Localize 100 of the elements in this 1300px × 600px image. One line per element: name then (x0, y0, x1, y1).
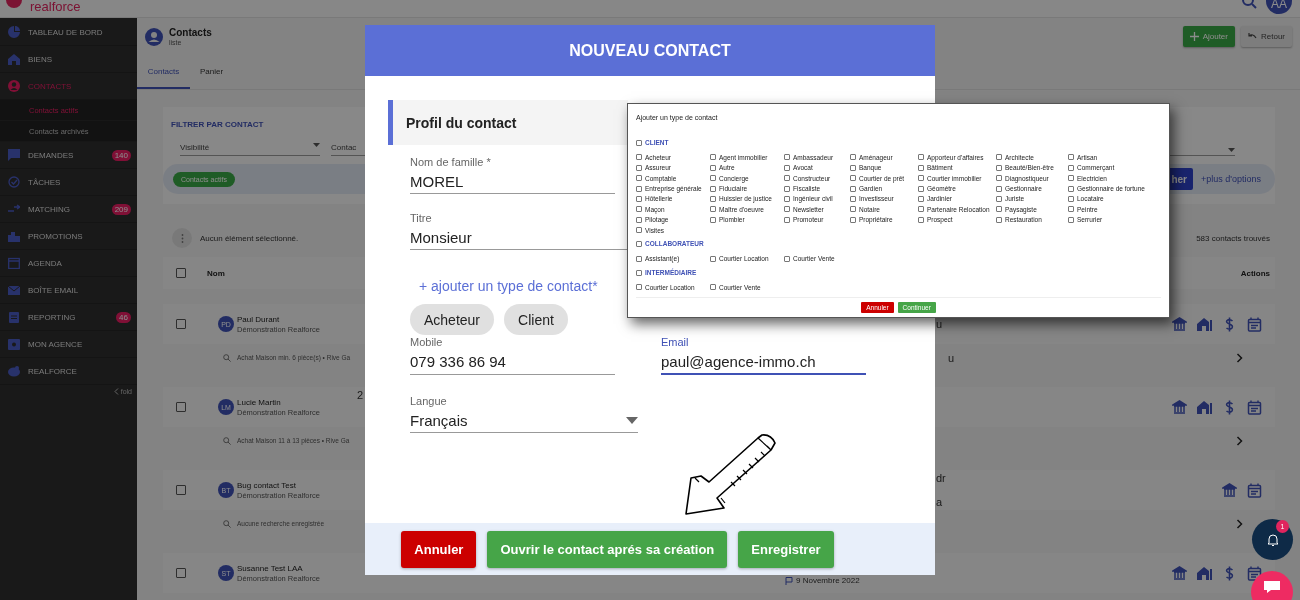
checkbox[interactable] (996, 175, 1002, 182)
type-chip[interactable]: Acheteur (410, 304, 495, 335)
checkbox[interactable] (176, 568, 186, 578)
checkbox[interactable] (850, 164, 856, 171)
checkbox[interactable] (918, 154, 924, 161)
select-field[interactable]: Visibilité (180, 143, 320, 156)
house-icon[interactable] (1197, 399, 1212, 415)
checkbox[interactable] (784, 216, 790, 223)
contact-name[interactable]: Paul Durant (237, 314, 320, 324)
input-field[interactable]: Mobile 079 336 86 94 (410, 336, 615, 375)
checkbox[interactable] (636, 196, 642, 202)
bank-icon[interactable] (1172, 399, 1187, 415)
checkbox[interactable] (710, 255, 716, 262)
checkbox[interactable] (636, 216, 642, 223)
checkbox[interactable] (636, 255, 642, 262)
checkbox[interactable] (784, 196, 790, 202)
checkbox[interactable] (710, 196, 716, 202)
checkbox[interactable] (636, 154, 642, 161)
bank-icon[interactable] (1172, 565, 1187, 581)
checkbox[interactable] (784, 154, 790, 161)
checkbox[interactable] (918, 196, 924, 202)
input-field[interactable]: Email paul@agence-immo.ch (661, 336, 866, 375)
checkbox[interactable] (1068, 185, 1074, 192)
checkbox[interactable] (1068, 175, 1074, 182)
tab[interactable]: Panier (190, 55, 234, 89)
more-options-link[interactable]: +plus d'options (1201, 174, 1261, 184)
checkbox[interactable] (636, 139, 642, 146)
sidebar-item[interactable]: DEMANDES 140 (0, 142, 137, 169)
checkbox[interactable] (784, 255, 790, 262)
action-button[interactable]: Ouvrir le contact aprés sa création (487, 530, 728, 568)
contact-name[interactable]: Susanne Test LAA (237, 563, 320, 573)
checkbox[interactable] (710, 154, 716, 161)
calendar-icon[interactable] (1247, 565, 1262, 581)
checkbox[interactable] (1068, 216, 1074, 223)
checkbox[interactable] (710, 175, 716, 182)
action-button[interactable]: Enregistrer (738, 530, 834, 568)
checkbox[interactable] (636, 164, 642, 171)
checkbox[interactable] (918, 175, 924, 182)
search-icon[interactable] (1242, 0, 1258, 9)
contact-name[interactable]: Lucie Martin (237, 397, 320, 407)
checkbox[interactable] (176, 485, 186, 495)
bank-icon[interactable] (1222, 482, 1237, 498)
checkbox[interactable] (1068, 154, 1074, 161)
checkbox[interactable] (1068, 196, 1074, 202)
checkbox[interactable] (850, 196, 856, 202)
checkbox[interactable] (996, 206, 1002, 213)
checkbox[interactable] (1068, 164, 1074, 171)
checkbox[interactable] (636, 284, 642, 291)
checkbox[interactable] (636, 269, 642, 276)
input-field[interactable]: Nom de famille * MOREL (410, 156, 615, 194)
checkbox[interactable] (996, 216, 1002, 223)
checkbox[interactable] (850, 175, 856, 182)
chevron-right-icon[interactable] (1236, 435, 1243, 446)
back-button[interactable]: Retour (1241, 26, 1292, 47)
chevron-right-icon[interactable] (1236, 518, 1243, 529)
chevron-right-icon[interactable] (1236, 352, 1243, 363)
checkbox[interactable] (784, 185, 790, 192)
checkbox[interactable] (636, 227, 642, 234)
contact-name[interactable]: Bug contact Test (237, 480, 320, 490)
select-field[interactable]: Langue Français (410, 395, 638, 433)
checkbox[interactable] (710, 185, 716, 192)
checkbox[interactable] (850, 206, 856, 213)
checkbox[interactable] (996, 185, 1002, 192)
calendar-icon[interactable] (1247, 316, 1262, 332)
checkbox[interactable] (176, 402, 186, 412)
checkbox[interactable] (918, 206, 924, 213)
bank-icon[interactable] (1172, 316, 1187, 332)
checkbox[interactable] (784, 175, 790, 182)
add-button[interactable]: Ajouter (1182, 26, 1235, 47)
checkbox[interactable] (1068, 206, 1074, 213)
checkbox[interactable] (710, 216, 716, 223)
user-avatar[interactable]: AA (1266, 0, 1292, 14)
checkbox[interactable] (176, 268, 186, 278)
checkbox[interactable] (784, 164, 790, 171)
calendar-icon[interactable] (1247, 399, 1262, 415)
checkbox[interactable] (710, 164, 716, 171)
sidebar-item[interactable]: MATCHING 209 (0, 196, 137, 223)
checkbox[interactable] (636, 175, 642, 182)
house-icon[interactable] (1197, 565, 1212, 581)
checkbox[interactable] (918, 164, 924, 171)
checkbox[interactable] (850, 216, 856, 223)
sidebar-item[interactable]: REPORTING 46 (0, 304, 137, 331)
checkbox[interactable] (996, 154, 1002, 161)
checkbox[interactable] (784, 206, 790, 213)
house-icon[interactable] (1197, 316, 1212, 332)
checkbox[interactable] (710, 284, 716, 291)
checkbox[interactable] (636, 185, 642, 192)
checkbox[interactable] (918, 216, 924, 223)
calendar-icon[interactable] (1247, 482, 1262, 498)
checkbox[interactable] (918, 185, 924, 192)
sidebar-item[interactable]: MON AGENCE (0, 331, 137, 358)
checkbox[interactable] (636, 206, 642, 213)
checkbox[interactable] (850, 154, 856, 161)
checkbox[interactable] (996, 164, 1002, 171)
checkbox[interactable] (176, 319, 186, 329)
cancel-button[interactable]: Annuler (401, 530, 477, 568)
checkbox[interactable] (850, 185, 856, 192)
tab[interactable]: Contacts (137, 55, 190, 89)
checkbox[interactable] (710, 206, 716, 213)
checkbox[interactable] (636, 240, 642, 247)
